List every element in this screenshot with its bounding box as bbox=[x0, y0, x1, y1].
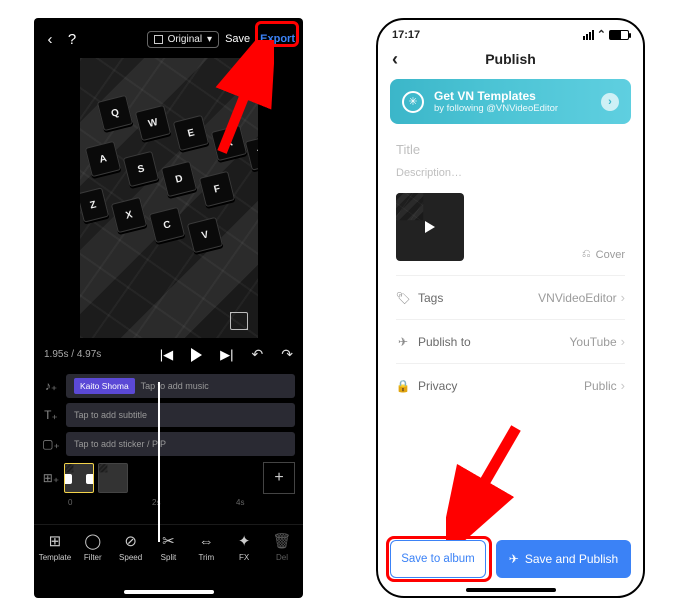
signal-icon bbox=[583, 30, 594, 40]
preview-keyboard-image: Q W E R T A S D F Z X C V bbox=[80, 58, 258, 338]
aspect-label: Original bbox=[168, 34, 202, 45]
battery-icon bbox=[609, 30, 629, 40]
publish-header: ‹ Publish bbox=[378, 41, 643, 79]
banner-go-icon[interactable]: › bbox=[601, 93, 619, 111]
timeline-tracks: ♪₊ Kaito Shoma Tap to add music T₊ Tap t… bbox=[34, 367, 303, 520]
back-button[interactable]: ‹ bbox=[392, 49, 398, 70]
editor-topbar: ‹ ? Original ▾ Save Export bbox=[34, 18, 303, 52]
lock-icon: 🔒 bbox=[396, 379, 410, 393]
video-track[interactable]: ⊞₊ + bbox=[42, 462, 295, 494]
home-indicator bbox=[466, 588, 556, 592]
send-icon: ✈ bbox=[509, 552, 519, 566]
prev-frame-button[interactable]: |◀ bbox=[160, 347, 173, 363]
template-icon: ⊞ bbox=[45, 531, 65, 551]
speed-icon: ⊘ bbox=[121, 531, 141, 551]
subtitle-track[interactable]: Tap to add subtitle bbox=[66, 403, 295, 427]
aspect-icon bbox=[154, 35, 163, 44]
status-bar: 17:17 ⌃ bbox=[378, 20, 643, 41]
banner-subtitle: by following @VNVideoEditor bbox=[434, 103, 558, 114]
export-button[interactable]: Export bbox=[260, 33, 295, 45]
description-field[interactable]: Description… bbox=[396, 167, 625, 189]
toolbar: ⊞Template ◯Filter ⊘Speed ✂Split ⇔Trim ✦F… bbox=[34, 524, 303, 566]
split-icon: ✂ bbox=[158, 531, 178, 551]
music-hint: Tap to add music bbox=[141, 381, 209, 391]
publish-screen: 17:17 ⌃ ‹ Publish ✳ Get VN Templates by … bbox=[376, 18, 645, 598]
transport-bar: 1.95s / 4.97s |◀ ▶| ↶ ↷ bbox=[34, 338, 303, 367]
title-field[interactable]: Title bbox=[396, 138, 625, 167]
play-button[interactable] bbox=[191, 348, 202, 362]
tool-filter[interactable]: ◯Filter bbox=[76, 531, 110, 562]
trim-icon: ⇔ bbox=[196, 531, 216, 551]
chevron-right-icon: › bbox=[621, 334, 625, 349]
chevron-right-icon: › bbox=[621, 378, 625, 393]
chevron-down-icon: ▾ bbox=[207, 34, 212, 45]
tool-speed[interactable]: ⊘Speed bbox=[114, 531, 148, 562]
time-display: 1.95s / 4.97s bbox=[44, 349, 101, 360]
banner-title: Get VN Templates bbox=[434, 89, 558, 103]
sticker-track-icon[interactable]: ▢₊ bbox=[42, 435, 60, 453]
editor-screen: ‹ ? Original ▾ Save Export Q W E R T A S… bbox=[34, 18, 303, 598]
templates-icon: ✳ bbox=[402, 91, 424, 113]
video-preview[interactable]: Q W E R T A S D F Z X C V bbox=[80, 58, 258, 338]
send-icon: ✈ bbox=[396, 335, 410, 349]
next-frame-button[interactable]: ▶| bbox=[220, 347, 233, 363]
status-time: 17:17 bbox=[392, 29, 420, 41]
undo-button[interactable]: ↶ bbox=[252, 346, 264, 363]
wifi-icon: ⌃ bbox=[597, 28, 606, 41]
add-clip-button[interactable]: + bbox=[263, 462, 295, 494]
redo-button[interactable]: ↷ bbox=[281, 346, 293, 363]
playhead[interactable] bbox=[158, 382, 160, 542]
clip-thumb-selected[interactable] bbox=[64, 463, 94, 493]
tool-fx[interactable]: ✦FX bbox=[227, 531, 261, 562]
clip-thumb[interactable] bbox=[98, 463, 128, 493]
tool-delete[interactable]: 🗑Del bbox=[265, 531, 299, 562]
row-publish-to[interactable]: ✈Publish to YouTube› bbox=[396, 320, 625, 364]
fullscreen-icon[interactable] bbox=[230, 312, 248, 330]
tool-trim[interactable]: ⇔Trim bbox=[189, 531, 223, 562]
music-track[interactable]: Kaito Shoma Tap to add music bbox=[66, 374, 295, 398]
music-track-icon[interactable]: ♪₊ bbox=[42, 377, 60, 395]
home-indicator bbox=[124, 590, 214, 594]
row-tags[interactable]: 🏷Tags VNVideoEditor› bbox=[396, 276, 625, 320]
subtitle-track-icon[interactable]: T₊ bbox=[42, 406, 60, 424]
music-clip[interactable]: Kaito Shoma bbox=[74, 378, 135, 394]
templates-banner[interactable]: ✳ Get VN Templates by following @VNVideo… bbox=[390, 79, 631, 124]
delete-icon: 🗑 bbox=[272, 531, 292, 551]
row-privacy[interactable]: 🔒Privacy Public› bbox=[396, 364, 625, 407]
tool-split[interactable]: ✂Split bbox=[151, 531, 185, 562]
tag-icon: 🏷 bbox=[396, 291, 410, 305]
video-track-icon[interactable]: ⊞₊ bbox=[42, 469, 60, 487]
save-and-publish-button[interactable]: ✈ Save and Publish bbox=[496, 540, 631, 578]
publish-form: Title Description… ⎌ Cover 🏷Tags VNVideo… bbox=[378, 124, 643, 407]
play-overlay-icon bbox=[396, 193, 464, 261]
tool-template[interactable]: ⊞Template bbox=[38, 531, 72, 562]
filter-icon: ◯ bbox=[83, 531, 103, 551]
save-button[interactable]: Save bbox=[225, 33, 250, 45]
save-to-album-button[interactable]: Save to album bbox=[390, 540, 486, 578]
time-ruler[interactable]: 0 2s 4s bbox=[42, 498, 295, 516]
fx-icon: ✦ bbox=[234, 531, 254, 551]
back-icon[interactable]: ‹ bbox=[42, 31, 58, 48]
cover-button[interactable]: ⎌ Cover bbox=[582, 248, 625, 261]
chevron-right-icon: › bbox=[621, 290, 625, 305]
help-icon[interactable]: ? bbox=[64, 31, 80, 48]
publish-actions: Save to album ✈ Save and Publish bbox=[390, 540, 631, 578]
page-title: Publish bbox=[485, 51, 536, 67]
aspect-ratio-button[interactable]: Original ▾ bbox=[147, 31, 220, 48]
crop-icon: ⎌ bbox=[582, 248, 591, 261]
cover-thumbnail[interactable] bbox=[396, 193, 464, 261]
sticker-track[interactable]: Tap to add sticker / PiP bbox=[66, 432, 295, 456]
